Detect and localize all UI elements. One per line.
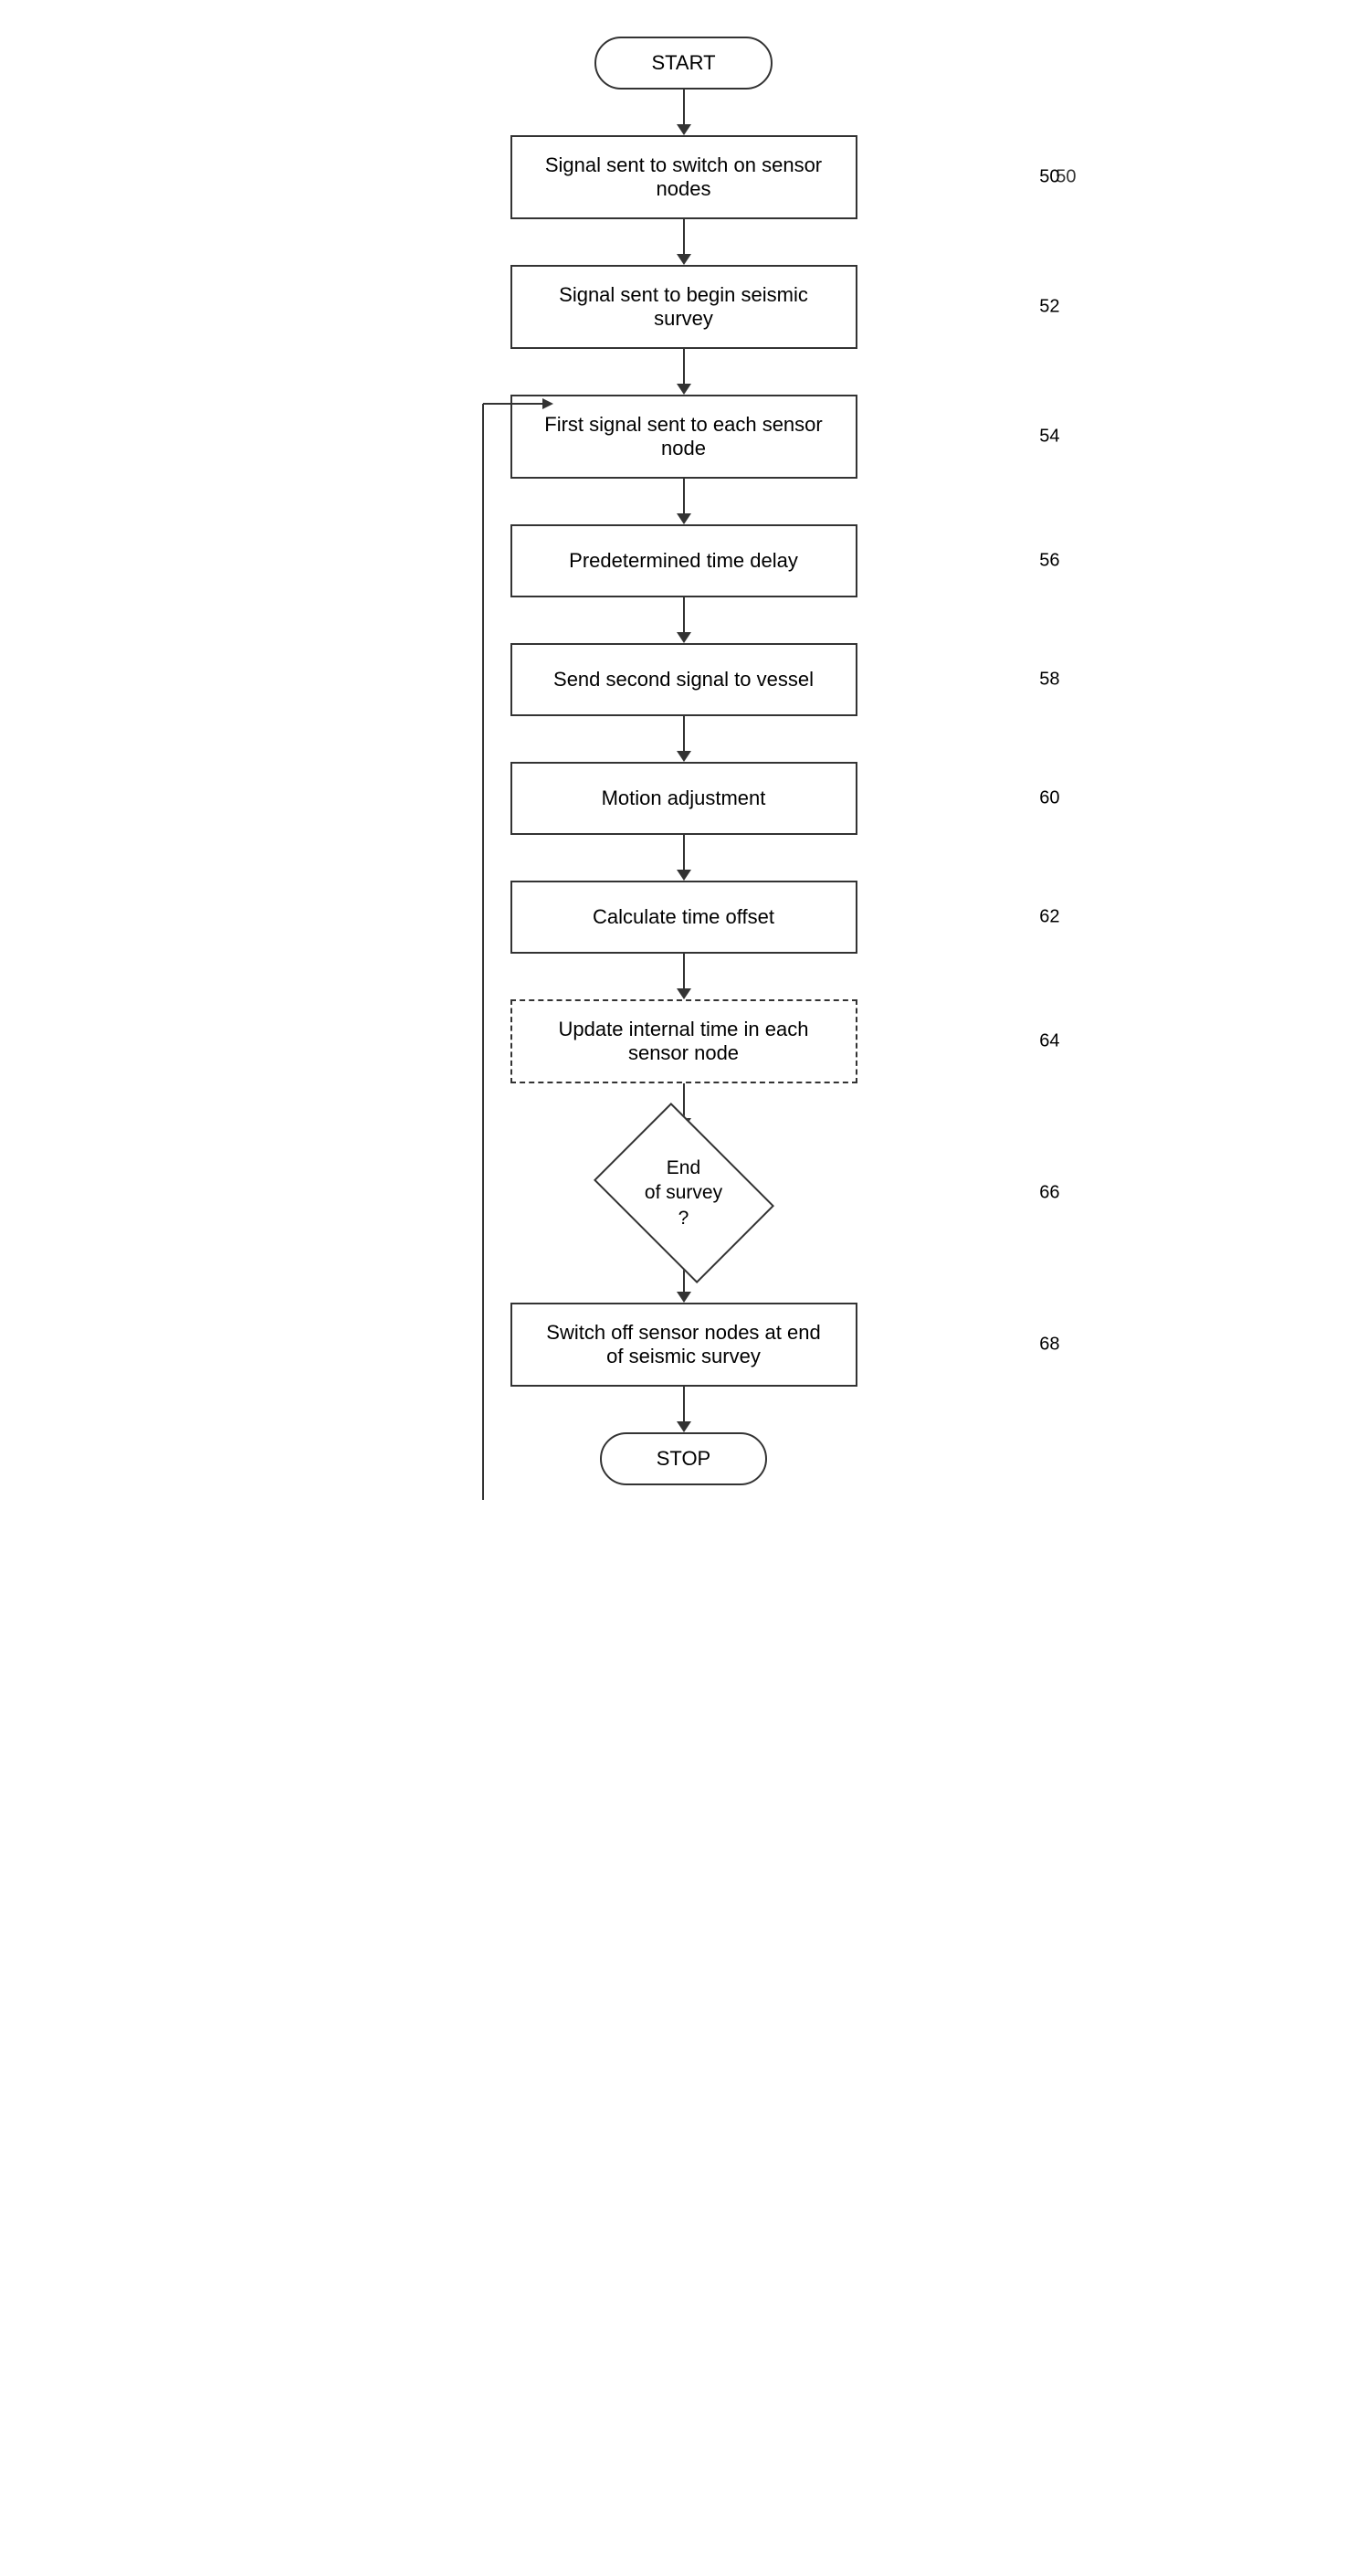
flowchart: START Signal sent to switch on sensor no… bbox=[364, 37, 1004, 1485]
ref-label-52: 52 bbox=[1039, 297, 1059, 318]
ref-label-60: 60 bbox=[1039, 788, 1059, 809]
box-50: Signal sent to switch on sensor nodes bbox=[510, 135, 857, 219]
arrow-62-to-64 bbox=[677, 954, 691, 999]
arrow-56-to-58 bbox=[677, 597, 691, 643]
arrow-52-to-54 bbox=[677, 349, 691, 395]
box60-wrapper: Motion adjustment 60 bbox=[364, 762, 1004, 835]
box-58: Send second signal to vessel bbox=[510, 643, 857, 716]
box-64: Update internal time in each sensor node bbox=[510, 999, 857, 1083]
box56-wrapper: Predetermined time delay 56 bbox=[364, 524, 1004, 597]
box-60: Motion adjustment bbox=[510, 762, 857, 835]
box-54: First signal sent to each sensor node bbox=[510, 395, 857, 479]
box-56: Predetermined time delay bbox=[510, 524, 857, 597]
box64-wrapper: Update internal time in each sensor node… bbox=[364, 999, 1004, 1083]
ref-label-58: 58 bbox=[1039, 670, 1059, 691]
box-62: Calculate time offset bbox=[510, 881, 857, 954]
box58-wrapper: Send second signal to vessel 58 bbox=[364, 643, 1004, 716]
ref-label-68: 68 bbox=[1039, 1335, 1059, 1356]
arrow-58-to-60 bbox=[677, 716, 691, 762]
arrow-50-to-52 bbox=[677, 219, 691, 265]
diamond-66: Endof survey? bbox=[593, 1129, 775, 1257]
ref-label-62: 62 bbox=[1039, 907, 1059, 928]
ref-label-50: 50 bbox=[1039, 167, 1059, 188]
ref-label-66: 66 bbox=[1039, 1183, 1059, 1204]
ref-label-54: 54 bbox=[1039, 427, 1059, 448]
ref-label-64: 64 bbox=[1039, 1031, 1059, 1052]
arrow-54-to-56 bbox=[677, 479, 691, 524]
box52-wrapper: Signal sent to begin seismic survey 52 bbox=[364, 265, 1004, 349]
start-node-wrapper: START bbox=[364, 37, 1004, 90]
box50-wrapper: Signal sent to switch on sensor nodes 50… bbox=[364, 135, 1004, 219]
ref-label-56: 56 bbox=[1039, 551, 1059, 572]
stop-node-wrapper: STOP bbox=[364, 1432, 1004, 1485]
box62-wrapper: Calculate time offset 62 bbox=[364, 881, 1004, 954]
loop-section: First signal sent to each sensor node 54… bbox=[364, 395, 1004, 1257]
box-52: Signal sent to begin seismic survey bbox=[510, 265, 857, 349]
box54-wrapper: First signal sent to each sensor node 54 bbox=[364, 395, 1004, 479]
stop-capsule: STOP bbox=[600, 1432, 768, 1485]
start-capsule: START bbox=[594, 37, 772, 90]
box68-wrapper: Switch off sensor nodes at end of seismi… bbox=[364, 1303, 1004, 1387]
arrow-68-to-stop bbox=[677, 1387, 691, 1432]
box-68: Switch off sensor nodes at end of seismi… bbox=[510, 1303, 857, 1387]
diamond66-wrapper: Endof survey? 66 bbox=[364, 1129, 1004, 1257]
diamond-text-66: Endof survey? bbox=[645, 1156, 722, 1230]
arrow-start-to-50 bbox=[677, 90, 691, 135]
arrow-60-to-62 bbox=[677, 835, 691, 881]
